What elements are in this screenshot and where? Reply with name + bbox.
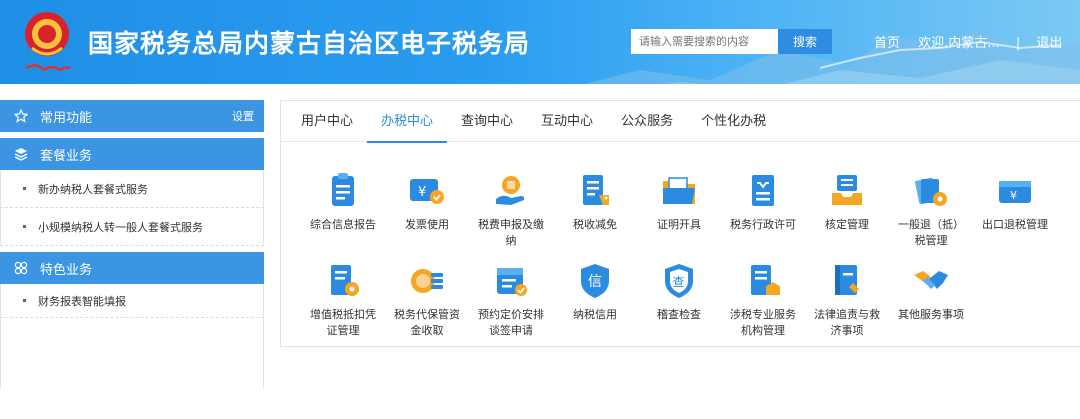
credit-shield-icon: 信 [581, 264, 609, 298]
site-title: 国家税务总局内蒙古自治区电子税务局 [88, 29, 531, 58]
cards-gear-icon [915, 177, 947, 206]
tile-pricing-arrangement[interactable]: 预约定价安排 谈签申请 [469, 261, 553, 339]
tile-custody-funds[interactable]: 税务代保管资 金收取 [385, 261, 469, 339]
handshake-icon [914, 271, 948, 289]
sidebar-item-label: 财务报表智能填报 [38, 294, 126, 308]
tile-inspection[interactable]: 查 稽查检查 [637, 261, 721, 323]
folder-icon [663, 177, 695, 204]
search-input[interactable] [631, 29, 778, 54]
tile-label: 涉税专业服务 机构管理 [730, 308, 796, 337]
tile-label: 出口退税管理 [982, 218, 1048, 231]
sidebar-package-label: 套餐业务 [40, 148, 93, 164]
svg-text:信: 信 [588, 274, 602, 290]
welcome-user-link[interactable]: 欢迎,内蒙古... [918, 32, 1000, 51]
tile-label: 核定管理 [825, 218, 869, 231]
tile-tax-declaration[interactable]: 税费申报及缴纳 [469, 171, 553, 249]
svg-text:查: 查 [673, 275, 685, 289]
tile-info-report[interactable]: 综合信息报告 [301, 171, 385, 233]
tile-label: 纳税信用 [573, 308, 617, 321]
tile-label: 其他服务事项 [898, 308, 964, 321]
tile-label: 预约定价安排 谈签申请 [478, 308, 544, 337]
bullet-icon [23, 225, 26, 228]
sidebar-item-label: 新办纳税人套餐式服务 [38, 182, 148, 196]
tile-label: 证明开具 [657, 218, 701, 231]
tile-label: 法律追责与救 济事项 [814, 308, 880, 337]
calendar-check-icon [497, 268, 527, 296]
hand-coin-icon [496, 176, 525, 205]
logout-link[interactable]: 退出 [1036, 32, 1062, 51]
report-clipboard-icon [332, 173, 354, 206]
sidebar-special-label: 特色业务 [40, 262, 93, 278]
grid-flower-icon [14, 261, 28, 275]
tile-tax-credit[interactable]: 信 纳税信用 [553, 261, 637, 323]
inspection-shield-icon: 查 [665, 264, 693, 298]
tab-user-center[interactable]: 用户中心 [287, 101, 367, 142]
tab-query-center[interactable]: 查询中心 [447, 101, 527, 142]
settings-link[interactable]: 设置 [232, 108, 254, 124]
export-ticket-icon: ¥ [999, 181, 1031, 203]
sidebar-common-label: 常用功能 [40, 110, 93, 126]
document-gear-icon [331, 265, 359, 296]
tile-label: 综合信息报告 [310, 218, 376, 231]
tab-interaction-center[interactable]: 互动中心 [527, 101, 607, 142]
sidebar-item-financial-report[interactable]: 财务报表智能填报 [0, 284, 264, 318]
tile-label: 税收减免 [573, 218, 617, 231]
coin-stack-icon [411, 269, 443, 293]
tab-tax-center[interactable]: 办税中心 [367, 101, 448, 143]
sidebar-item-new-taxpayer[interactable]: 新办纳税人套餐式服务 [0, 170, 264, 208]
tile-label: 稽查检查 [657, 308, 701, 321]
tile-export-refund[interactable]: ¥ 出口退税管理 [973, 171, 1057, 233]
sidebar-package-header[interactable]: 套餐业务 [0, 138, 264, 170]
sidebar-item-label: 小规模纳税人转一般人套餐式服务 [38, 220, 203, 234]
tile-label: 一般退（抵） 税管理 [898, 218, 964, 247]
tile-tax-reduction[interactable]: 税收减免 [553, 171, 637, 233]
tile-label: 发票使用 [405, 218, 449, 231]
tile-assessment[interactable]: 核定管理 [805, 171, 889, 233]
document-tag-icon [583, 175, 609, 205]
search-button[interactable]: 搜索 [778, 29, 832, 54]
tile-label: 税务行政许可 [730, 218, 796, 231]
building-document-icon [751, 265, 781, 295]
star-icon [14, 109, 28, 123]
svg-text:¥: ¥ [1010, 189, 1017, 202]
sidebar-special-header[interactable]: 特色业务 [0, 252, 264, 284]
tile-professional-service[interactable]: 涉税专业服务 机构管理 [721, 261, 805, 339]
tile-general-refund[interactable]: 一般退（抵） 税管理 [889, 171, 973, 249]
sidebar-item-small-scale[interactable]: 小规模纳税人转一般人套餐式服务 [0, 208, 264, 246]
nav-separator: | [1015, 36, 1021, 51]
svg-text:¥: ¥ [418, 185, 426, 200]
sidebar-common-header[interactable]: 常用功能 设置 [0, 100, 264, 132]
bullet-icon [23, 299, 26, 302]
header-banner: 国家税务总局内蒙古自治区电子税务局 搜索 首页 欢迎,内蒙古... | 退出 [0, 0, 1080, 84]
tile-label: 税费申报及缴纳 [478, 218, 544, 247]
inbox-tray-icon [832, 175, 862, 205]
bullet-icon [23, 187, 26, 190]
tile-legal-remedy[interactable]: 法律追责与救 济事项 [805, 261, 889, 339]
layers-icon [14, 147, 28, 161]
tab-bar: 用户中心 办税中心 查询中心 互动中心 公众服务 个性化办税 [281, 101, 1080, 143]
invoice-icon: ¥ [410, 179, 444, 204]
tile-admin-license[interactable]: 税务行政许可 [721, 171, 805, 233]
home-link[interactable]: 首页 [874, 32, 900, 51]
tile-label: 税务代保管资 金收取 [394, 308, 460, 337]
main-panel: 用户中心 办税中心 查询中心 互动中心 公众服务 个性化办税 综合信息报告 ¥ … [280, 100, 1080, 347]
tab-personalized[interactable]: 个性化办税 [687, 101, 780, 142]
tile-invoice-use[interactable]: ¥ 发票使用 [385, 171, 469, 233]
tile-label: 增值税抵扣凭 证管理 [310, 308, 376, 337]
sidebar: 常用功能 设置 套餐业务 新办纳税人套餐式服务 小规模纳税人转一般人套餐式服务 … [0, 100, 264, 388]
tile-vat-deduction[interactable]: 增值税抵扣凭 证管理 [301, 261, 385, 339]
tab-public-service[interactable]: 公众服务 [607, 101, 687, 142]
tile-certificate[interactable]: 证明开具 [637, 171, 721, 233]
license-document-icon [752, 175, 774, 206]
tile-other-services[interactable]: 其他服务事项 [889, 261, 973, 323]
tax-emblem-logo [25, 12, 71, 72]
sidebar-filler [0, 318, 264, 388]
law-book-icon [835, 265, 859, 295]
header-nav: 首页 欢迎,内蒙古... | 退出 [874, 32, 1062, 51]
